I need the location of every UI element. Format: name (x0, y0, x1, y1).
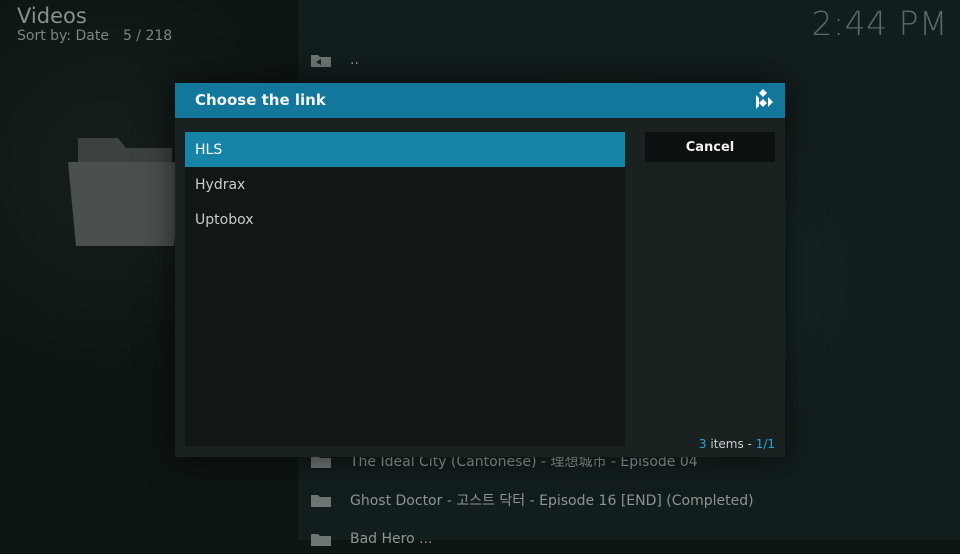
link-item-hls[interactable]: HLS (185, 132, 625, 167)
kodi-logo-icon (751, 88, 775, 112)
choose-link-dialog: Choose the link HLS Hydrax Uptobox Cance… (175, 83, 785, 457)
dialog-header: Choose the link (175, 83, 785, 118)
link-list: HLS Hydrax Uptobox (185, 132, 625, 446)
link-item-label: Uptobox (195, 211, 254, 228)
parent-folder-icon (310, 52, 332, 68)
link-item-uptobox[interactable]: Uptobox (185, 202, 625, 237)
link-item-label: Hydrax (195, 176, 246, 193)
page-title: Videos (17, 4, 87, 28)
page-indicator: 1/1 (755, 437, 775, 451)
item-count: 3 items - 1/1 (699, 437, 775, 451)
folder-icon (310, 492, 332, 508)
list-item[interactable]: Bad Hero ... (310, 524, 950, 554)
folder-icon (310, 531, 332, 547)
item-count-number: 3 (698, 437, 707, 451)
item-position: 5 / 218 (122, 28, 173, 44)
list-item-label: Bad Hero ... (350, 531, 433, 547)
dialog-title: Choose the link (195, 91, 326, 109)
list-item-label: Ghost Doctor - 고스트 닥터 - Episode 16 [END]… (350, 493, 754, 509)
sort-info: Sort by: Date 5 / 218 (17, 28, 172, 44)
folder-icon (66, 128, 184, 248)
clock: 2:44 PM (811, 4, 948, 43)
sort-label: Sort by: Date (17, 28, 109, 44)
link-item-label: HLS (195, 141, 223, 158)
link-item-hydrax[interactable]: Hydrax (185, 167, 625, 202)
list-item[interactable]: .. (310, 45, 950, 75)
item-count-word: items - (706, 437, 756, 451)
cancel-button[interactable]: Cancel (645, 132, 775, 162)
list-item-label: .. (350, 52, 359, 68)
list-item[interactable]: Ghost Doctor - 고스트 닥터 - Episode 16 [END]… (310, 485, 950, 515)
